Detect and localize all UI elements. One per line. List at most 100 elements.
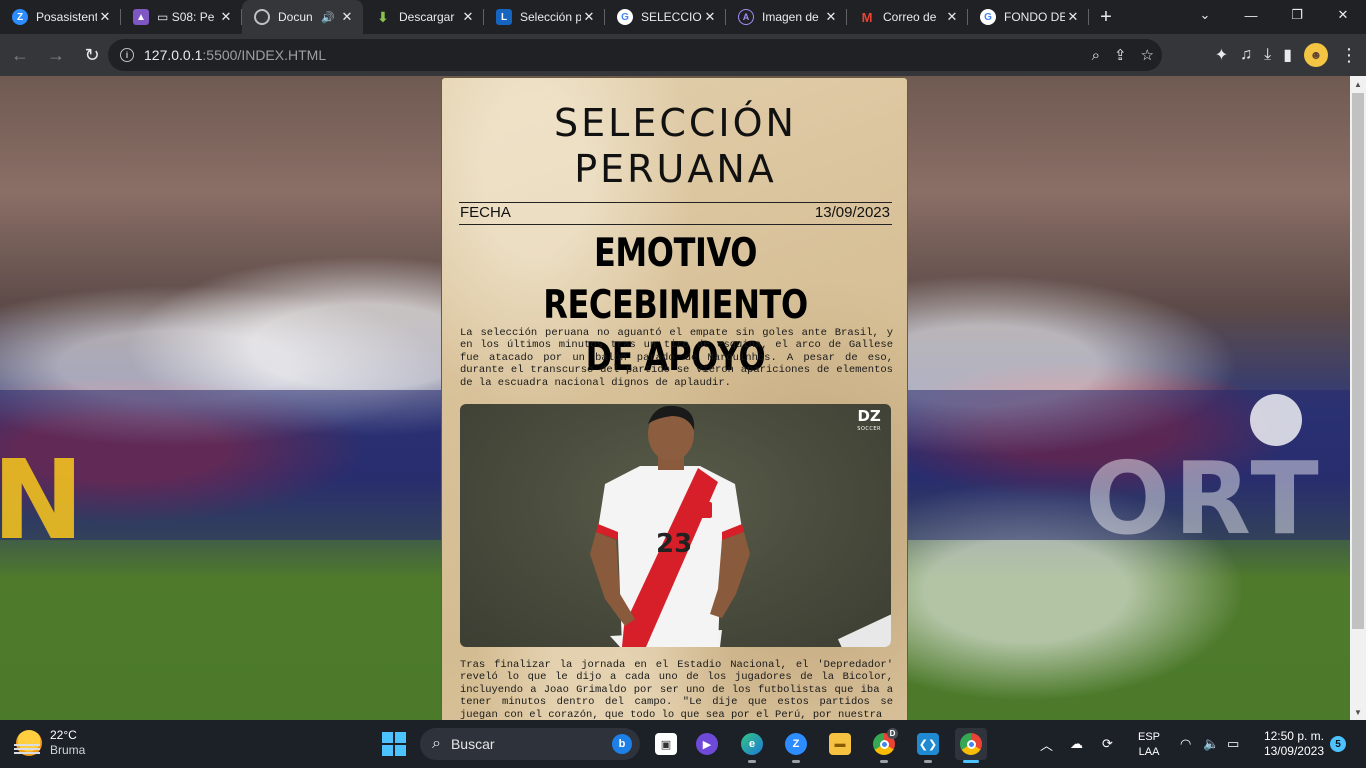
reload-button[interactable]: ↻ [76, 39, 108, 71]
newspaper-card: SELECCIÓN PERUANA FECHA 13/09/2023 EMOTI… [441, 77, 908, 737]
vscode-icon[interactable]: ❮❯ [912, 728, 944, 763]
start-button[interactable] [382, 732, 406, 756]
banner-letter: N [0, 436, 85, 564]
address-bar[interactable]: i 127.0.0.1:5500/INDEX.HTML ⌕ ⇪ ☆ [108, 39, 1162, 71]
media-control-icon[interactable]: ♫ [1240, 46, 1252, 64]
google-icon: G [980, 9, 996, 25]
volume-icon[interactable]: 🔈 [1203, 720, 1219, 768]
zoom-meeting-icon[interactable]: ▶ [691, 728, 723, 760]
input-language[interactable]: ESP LAA [1138, 730, 1160, 760]
meet-icon: ▲ [133, 9, 149, 25]
close-icon[interactable]: ✕ [460, 9, 476, 25]
tab-label: SELECCION [641, 10, 702, 24]
task-view-icon[interactable]: ▣ [650, 728, 682, 760]
url-text[interactable]: 127.0.0.1:5500/INDEX.HTML [144, 47, 326, 63]
close-icon[interactable]: ✕ [1065, 9, 1081, 25]
tab-label: ▭ S08: Pe [157, 10, 215, 24]
side-panel-icon[interactable]: ▮ [1283, 45, 1292, 65]
tab-s08[interactable]: ▲ ▭ S08: Pe ✕ [121, 0, 242, 34]
bookmark-star-icon[interactable]: ☆ [1141, 46, 1154, 64]
weather-widget[interactable]: 22°C Bruma [14, 728, 86, 758]
article-paragraph: La selección peruana no aguantó el empat… [460, 327, 893, 389]
file-explorer-icon[interactable]: ▬ [824, 728, 856, 760]
tab-label: Descargar [399, 10, 455, 24]
zoom-search-icon[interactable]: ⌕ [1092, 47, 1100, 64]
new-tab-button[interactable]: + [1089, 0, 1123, 34]
background-light [1250, 394, 1302, 446]
weather-condition: Bruma [50, 743, 86, 757]
l-site-icon: L [496, 9, 512, 25]
scrollbar-thumb[interactable] [1352, 93, 1364, 629]
divider [459, 202, 892, 203]
edge-icon[interactable]: e [736, 728, 768, 763]
google-icon: G [617, 9, 633, 25]
forward-button[interactable]: → [40, 39, 72, 71]
tab-label: Correo de [883, 10, 937, 24]
tab-imagen[interactable]: A Imagen de ✕ [726, 0, 847, 34]
search-icon: ⌕ [432, 735, 441, 752]
zoom-app-icon[interactable]: Z [780, 728, 812, 763]
soccer-logo: DZ SOCCER [857, 407, 881, 433]
close-icon[interactable]: ✕ [823, 9, 839, 25]
chrome-profile-icon[interactable]: D [868, 728, 900, 763]
sync-icon[interactable]: ⟳ [1102, 720, 1113, 768]
divider [459, 224, 892, 225]
tab-posasistente[interactable]: Z Posasistente ✕ [0, 0, 121, 34]
camera-icon: ▭ [157, 10, 169, 24]
tab-strip: Z Posasistente ✕ ▲ ▭ S08: Pe ✕ Docun 🔊 ✕… [0, 0, 1366, 34]
close-window-button[interactable]: ✕ [1320, 0, 1366, 30]
tab-seleccion[interactable]: L Selección p ✕ [484, 0, 605, 34]
article-photo: 23 DZ SOCCER [460, 404, 891, 647]
tab-seleccion-google[interactable]: G SELECCION ✕ [605, 0, 726, 34]
page-title: SELECCIÓN PERUANA [554, 101, 797, 191]
chrome-icon[interactable] [955, 728, 987, 763]
browser-toolbar: ← → ↻ i 127.0.0.1:5500/INDEX.HTML ⌕ ⇪ ☆ … [0, 34, 1366, 76]
minimize-button[interactable]: — [1228, 0, 1274, 30]
restore-button[interactable]: ❐ [1274, 0, 1320, 30]
tab-label: Selección p [520, 10, 581, 24]
wifi-icon[interactable]: ◠ [1180, 720, 1191, 768]
tab-fondo[interactable]: G FONDO DE ✕ [968, 0, 1089, 34]
back-button[interactable]: ← [4, 39, 36, 71]
player-illustration: 23 [590, 405, 750, 647]
tab-label: Posasistente [36, 10, 97, 24]
taskbar-search[interactable]: ⌕ Buscar b [420, 728, 640, 760]
date-value: 13/09/2023 [814, 204, 890, 221]
close-icon[interactable]: ✕ [944, 9, 960, 25]
scroll-up-icon[interactable]: ▲ [1350, 76, 1366, 92]
tab-descargar[interactable]: ⬇ Descargar ✕ [363, 0, 484, 34]
speaker-icon[interactable]: 🔊 [321, 11, 335, 24]
share-icon[interactable]: ⇪ [1114, 46, 1127, 64]
close-icon[interactable]: ✕ [581, 9, 597, 25]
battery-icon[interactable]: ▭ [1227, 720, 1239, 768]
downloads-icon[interactable]: ⤓ [1264, 46, 1271, 64]
menu-icon[interactable]: ⋮ [1340, 45, 1358, 66]
profile-avatar[interactable]: ☻ [1304, 43, 1328, 67]
cloud-sync-icon[interactable]: ☁ [1070, 720, 1083, 768]
tab-search-icon[interactable]: ⌄ [1182, 0, 1228, 30]
jersey-number: 23 [656, 529, 692, 559]
ai-icon: A [738, 9, 754, 25]
system-clock[interactable]: 12:50 p. m. 13/09/2023 [1258, 729, 1324, 759]
tab-label: FONDO DE [1004, 10, 1065, 24]
scroll-down-icon[interactable]: ▼ [1350, 704, 1366, 720]
tab-correo[interactable]: M Correo de ✕ [847, 0, 968, 34]
search-placeholder: Buscar [450, 736, 495, 752]
extensions-icon[interactable]: ✦ [1215, 45, 1228, 65]
banner-text: ORT [1085, 440, 1323, 557]
tab-document[interactable]: Docun 🔊 ✕ [242, 0, 363, 34]
bing-icon[interactable]: b [612, 734, 632, 754]
weather-icon [14, 730, 42, 756]
page-scrollbar[interactable]: ▲ ▼ [1350, 76, 1366, 720]
tab-label: Docun [278, 10, 313, 24]
close-icon[interactable]: ✕ [702, 9, 718, 25]
gmail-icon: M [861, 9, 873, 25]
tab-label: Imagen de [762, 10, 819, 24]
close-icon[interactable]: ✕ [339, 9, 355, 25]
notification-badge[interactable]: 5 [1330, 736, 1346, 752]
temperature: 22°C [50, 728, 77, 742]
site-info-icon[interactable]: i [120, 48, 134, 62]
close-icon[interactable]: ✕ [218, 9, 234, 25]
close-icon[interactable]: ✕ [97, 9, 113, 25]
show-hidden-icons[interactable]: ︿ [1040, 720, 1053, 768]
